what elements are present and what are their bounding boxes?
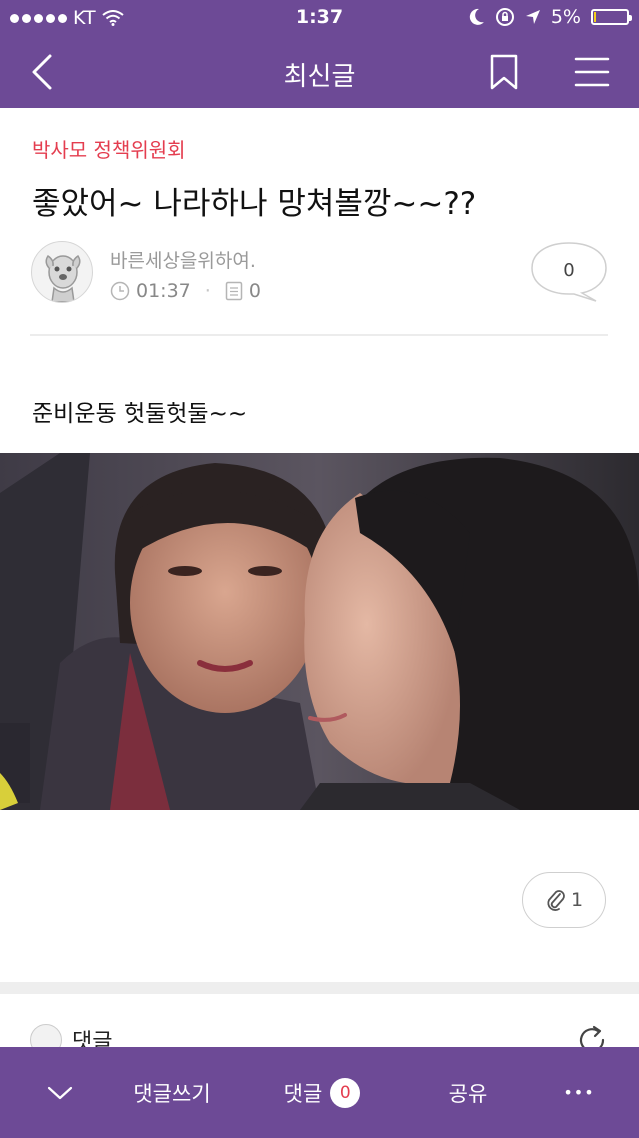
comments-label: 댓글 xyxy=(283,1081,323,1106)
board-name-link[interactable]: 박사모 정책위원회 xyxy=(32,134,186,163)
attachment-button[interactable]: 1 xyxy=(522,872,606,928)
menu-button[interactable] xyxy=(570,50,614,94)
more-button[interactable]: ••• xyxy=(544,1047,614,1138)
comment-count: 0 xyxy=(563,260,575,281)
view-count: 0 xyxy=(248,280,261,302)
more-label: ••• xyxy=(563,1083,595,1102)
bookmark-button[interactable] xyxy=(482,50,526,94)
clock-icon xyxy=(110,281,130,301)
post-time: 01:37 xyxy=(136,280,191,302)
post-meta: 01:37 · 0 xyxy=(110,280,261,302)
divider xyxy=(30,334,608,336)
bookmark-icon xyxy=(490,54,518,90)
share-label: 공유 xyxy=(448,1081,488,1106)
default-avatar-icon xyxy=(45,254,81,302)
hamburger-menu-icon xyxy=(574,57,610,87)
section-separator xyxy=(0,982,639,994)
nav-bar: 최신글 xyxy=(0,36,639,108)
post-body: 준비운동 헛둘헛둘~~ xyxy=(32,401,248,427)
chevron-down-icon xyxy=(47,1086,73,1099)
comment-count-bubble[interactable]: 0 xyxy=(530,241,608,303)
moon-icon xyxy=(469,8,484,25)
location-arrow-icon xyxy=(525,10,540,24)
battery-icon xyxy=(591,9,632,25)
post-title: 좋았어~ 나라하나 망쳐볼깡~~?? xyxy=(32,186,477,222)
bottom-toolbar: 댓글쓰기 댓글 0 공유 ••• xyxy=(0,1047,639,1138)
avatar[interactable] xyxy=(31,241,93,303)
comments-badge: 0 xyxy=(330,1077,361,1108)
meta-separator: · xyxy=(204,280,211,302)
photo-illustration xyxy=(0,453,639,810)
author-name[interactable]: 바른세상을위하여. xyxy=(110,246,256,273)
write-comment-label: 댓글쓰기 xyxy=(133,1081,211,1106)
page-title: 최신글 xyxy=(283,62,356,92)
rotation-lock-icon xyxy=(495,8,514,26)
attachment-count: 1 xyxy=(570,889,584,911)
write-comment-button[interactable]: 댓글쓰기 xyxy=(110,1047,234,1138)
collapse-button[interactable] xyxy=(30,1047,90,1138)
battery-level xyxy=(594,12,596,22)
share-button[interactable]: 공유 xyxy=(420,1047,516,1138)
paperclip-icon xyxy=(547,890,565,911)
battery-percent: 5% xyxy=(550,6,581,28)
post-image[interactable] xyxy=(0,453,639,810)
document-icon xyxy=(225,281,243,301)
comments-button[interactable]: 댓글 0 xyxy=(262,1047,382,1138)
status-icons: 5% xyxy=(469,6,632,28)
status-bar: KT 1:37 5% xyxy=(0,0,639,36)
